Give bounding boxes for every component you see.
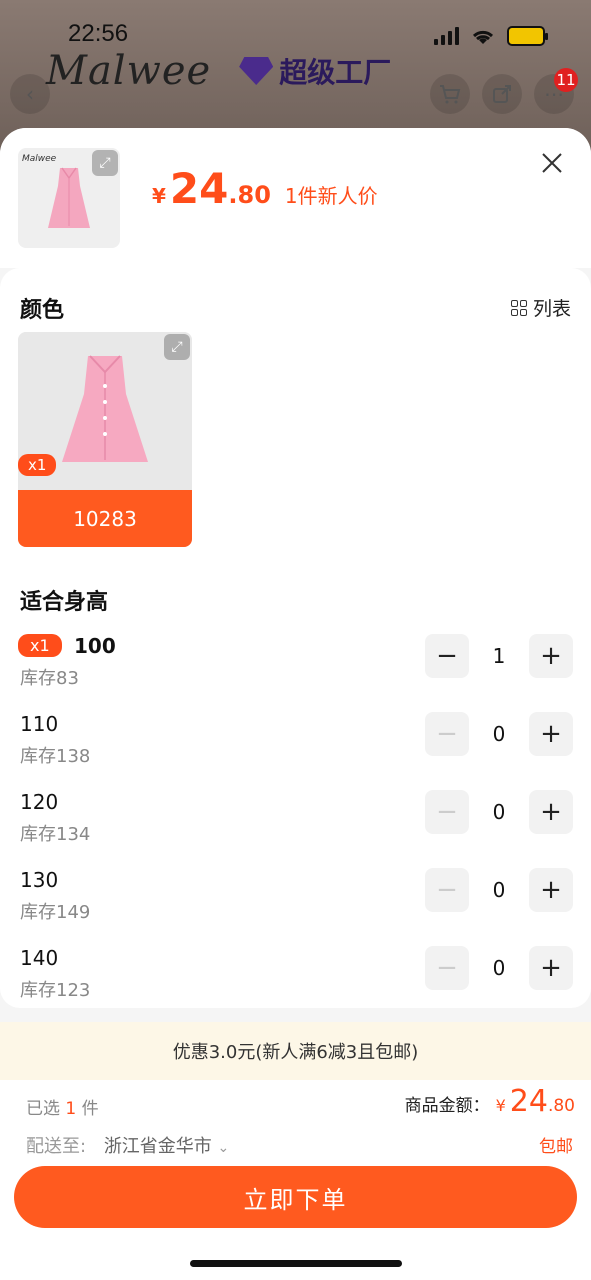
- price-row: ¥ 24 .80 1件新人价: [152, 164, 378, 213]
- more-button[interactable]: ⋯ 11: [534, 68, 578, 114]
- size-stock: 库存149: [20, 902, 91, 923]
- color-section-title: 颜色: [20, 298, 65, 323]
- list-grid-icon: [510, 299, 527, 316]
- selected-count: 1: [65, 1099, 77, 1119]
- increment-button[interactable]: +: [529, 946, 573, 990]
- quantity-stepper: − 0 +: [425, 868, 573, 912]
- quantity-stepper: − 0 +: [425, 790, 573, 834]
- status-time: 22:56: [68, 20, 129, 47]
- selected-prefix: 已选: [26, 1099, 60, 1119]
- promo-bar: 优惠3.0元(新人满6减3且包邮): [0, 1022, 591, 1080]
- list-view-toggle[interactable]: 列表: [510, 294, 571, 321]
- new-user-price-note: 1件新人价: [284, 184, 378, 208]
- color-option-card[interactable]: ⤢ 10283: [18, 332, 192, 547]
- quantity-value[interactable]: 0: [469, 956, 529, 980]
- total-label: 商品金额：: [404, 1096, 490, 1116]
- total-decimal: .80: [547, 1096, 575, 1116]
- cart-icon: [440, 85, 461, 104]
- chevron-down-icon: ⌄: [217, 1140, 230, 1156]
- checkout-footer: 已选 1 件 商品金额： ¥ 24 .80 配送至: 浙江省金华市 ⌄ 包邮 立…: [0, 1080, 591, 1280]
- price-decimal: .80: [228, 181, 271, 209]
- size-stock: 库存123: [20, 980, 91, 1001]
- color-option-label: 10283: [18, 490, 192, 547]
- share-icon: [493, 85, 511, 103]
- status-bar: 22:56: [0, 18, 591, 52]
- expand-icon[interactable]: ⤢: [164, 334, 190, 360]
- free-shipping-label: 包邮: [539, 1137, 573, 1157]
- decrement-button[interactable]: −: [425, 712, 469, 756]
- size-row: 110 库存138 − 0 +: [0, 712, 591, 790]
- wifi-icon: [472, 30, 494, 44]
- chevron-left-icon: ‹: [26, 82, 34, 106]
- size-stock: 库存134: [20, 824, 91, 845]
- increment-button[interactable]: +: [529, 790, 573, 834]
- quantity-stepper: − 1 +: [425, 634, 573, 678]
- quantity-stepper: − 0 +: [425, 712, 573, 756]
- share-button[interactable]: [482, 74, 522, 114]
- increment-button[interactable]: +: [529, 634, 573, 678]
- diamond-icon: [239, 57, 274, 85]
- price-integer: 24: [169, 164, 229, 213]
- quantity-value[interactable]: 0: [469, 800, 529, 824]
- size-name: 130: [20, 868, 59, 892]
- home-indicator: [190, 1260, 402, 1267]
- decrement-button[interactable]: −: [425, 634, 469, 678]
- shipping-destination[interactable]: 配送至: 浙江省金华市 ⌄: [26, 1132, 229, 1158]
- promo-text: 优惠3.0元(新人满6减3且包邮): [172, 1042, 419, 1063]
- size-qty-tag: x1: [18, 634, 62, 657]
- size-name: 140: [20, 946, 59, 970]
- total-symbol: ¥: [495, 1096, 506, 1115]
- decrement-button[interactable]: −: [425, 946, 469, 990]
- brand-logo: Malwee: [46, 48, 212, 94]
- ship-label: 配送至:: [26, 1136, 87, 1157]
- back-button[interactable]: ‹: [10, 74, 50, 114]
- sku-selector-sheet: Malwee ⤢ ¥ 24 .80 1件新人价 颜色 列表 ⤢ 10283 x1…: [0, 128, 591, 1280]
- status-icons: [434, 26, 548, 46]
- size-stock: 库存138: [20, 746, 91, 767]
- decrement-button[interactable]: −: [425, 790, 469, 834]
- decrement-button[interactable]: −: [425, 868, 469, 912]
- product-thumbnail[interactable]: Malwee ⤢: [18, 148, 120, 248]
- notification-badge: 11: [554, 68, 578, 92]
- expand-icon[interactable]: ⤢: [92, 150, 118, 176]
- factory-label: 超级工厂: [279, 56, 392, 89]
- size-section-title: 适合身高: [20, 590, 109, 615]
- quantity-value[interactable]: 0: [469, 878, 529, 902]
- factory-badge: 超级工厂: [239, 51, 391, 91]
- color-qty-tag: x1: [18, 454, 57, 476]
- selected-suffix: 件: [81, 1099, 99, 1119]
- ship-value: 浙江省金华市: [103, 1136, 212, 1157]
- selected-summary: 已选 1 件: [26, 1094, 99, 1119]
- buy-now-button[interactable]: 立即下单: [14, 1166, 577, 1228]
- quantity-value[interactable]: 0: [469, 722, 529, 746]
- size-name: 100: [74, 634, 116, 658]
- size-name: 110: [20, 712, 59, 736]
- total-amount: 商品金额： ¥ 24 .80: [405, 1084, 575, 1119]
- brand-row: Malwee 超级工厂: [46, 48, 391, 94]
- close-icon: [542, 153, 562, 173]
- increment-button[interactable]: +: [529, 868, 573, 912]
- battery-icon: [507, 26, 548, 46]
- total-integer: 24: [509, 1084, 548, 1119]
- options-panel: 颜色 列表 ⤢ 10283 x1 适合身高 x1 100 库存83 − 1 + …: [0, 268, 591, 1008]
- sheet-header: Malwee ⤢ ¥ 24 .80 1件新人价: [0, 128, 591, 268]
- quantity-value[interactable]: 1: [469, 644, 529, 668]
- quantity-stepper: − 0 +: [425, 946, 573, 990]
- size-name: 120: [20, 790, 59, 814]
- cart-button[interactable]: [430, 74, 470, 114]
- list-toggle-label: 列表: [532, 298, 571, 320]
- size-row: 130 库存149 − 0 +: [0, 868, 591, 946]
- increment-button[interactable]: +: [529, 712, 573, 756]
- size-row: 120 库存134 − 0 +: [0, 790, 591, 868]
- cellular-signal-icon: [434, 27, 459, 45]
- close-button[interactable]: [537, 150, 567, 180]
- size-row: 140 库存123 − 0 +: [0, 946, 591, 1024]
- size-stock: 库存83: [20, 668, 79, 689]
- size-row: x1 100 库存83 − 1 +: [0, 634, 591, 712]
- price-symbol: ¥: [152, 184, 166, 208]
